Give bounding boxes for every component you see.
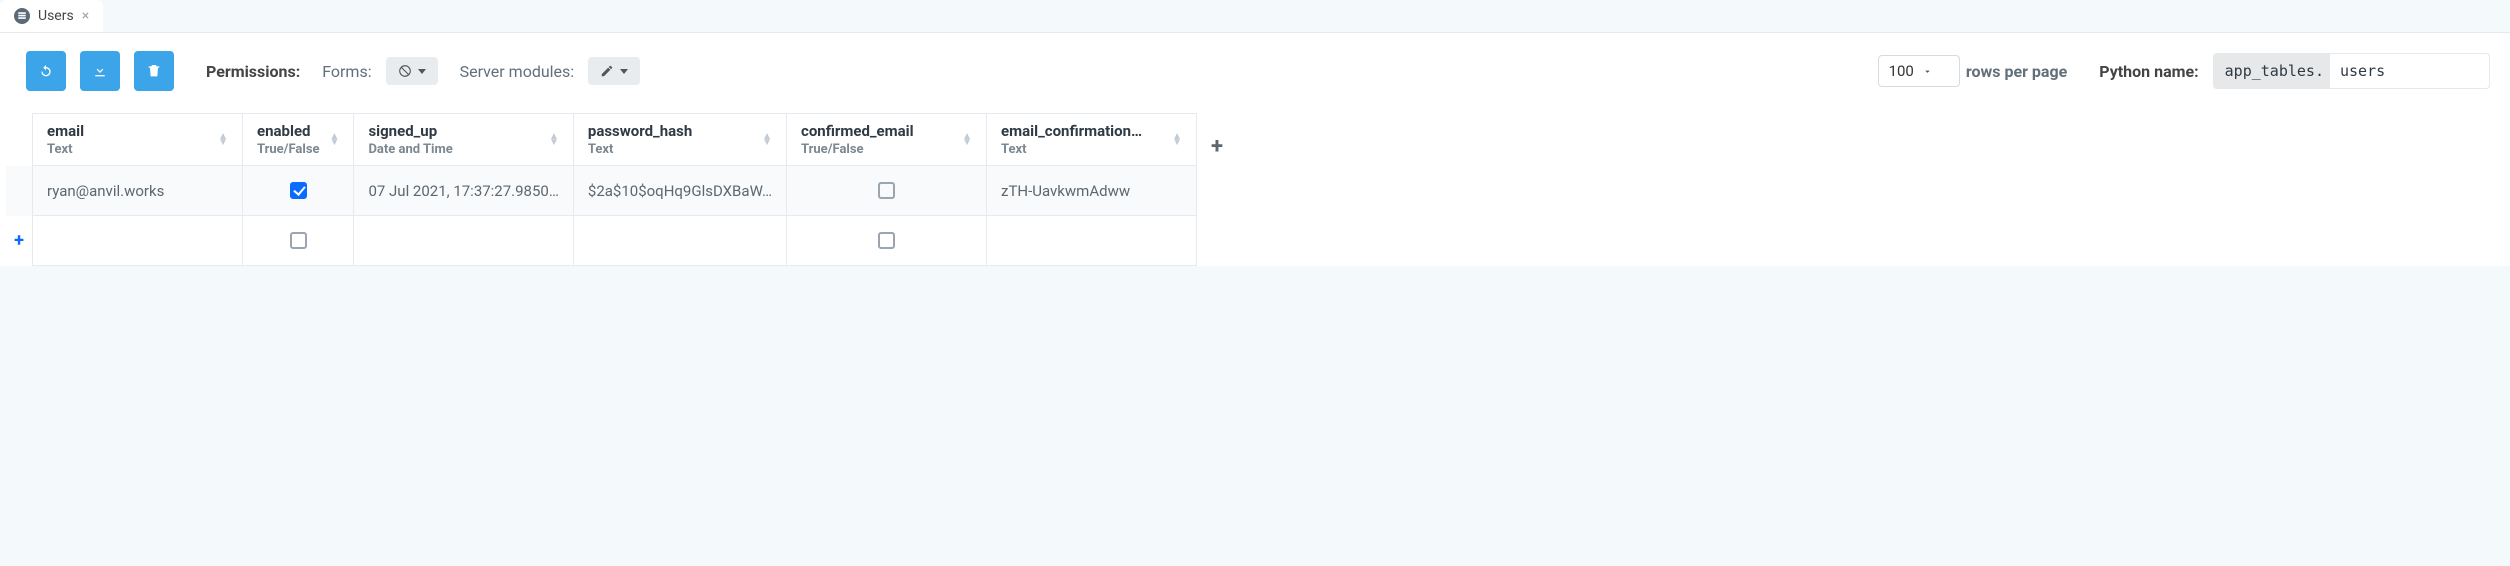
tab-title: Users <box>38 8 74 24</box>
tab-users[interactable]: Users × <box>0 0 103 32</box>
permissions-label: Permissions: <box>206 62 300 81</box>
add-row-button[interactable]: + <box>6 216 32 266</box>
table-row-new[interactable]: + <box>6 216 1197 266</box>
checkbox-checked-icon[interactable] <box>290 182 307 199</box>
download-button[interactable] <box>80 51 120 91</box>
cell-signed-up[interactable]: 07 Jul 2021, 17:37:27.9850… <box>354 182 572 200</box>
column-type: Text <box>47 142 84 157</box>
column-header-password-hash[interactable]: password_hash Text ▲▼ <box>574 114 786 165</box>
cell-confirmed-email[interactable] <box>787 166 986 215</box>
toolbar: Permissions: Forms: Server modules: 100 … <box>0 33 2510 113</box>
column-type: True/False <box>801 142 914 157</box>
sort-icon[interactable]: ▲▼ <box>330 134 340 146</box>
column-name: email <box>47 122 84 140</box>
rows-per-page-select[interactable]: 100 <box>1878 55 1960 87</box>
rows-per-page: 100 rows per page <box>1878 55 2068 87</box>
cell-email[interactable]: ryan@anvil.works <box>33 182 242 200</box>
python-name-label: Python name: <box>2099 62 2198 81</box>
forms-permission-button[interactable] <box>386 57 438 85</box>
python-name-input[interactable] <box>2330 53 2490 89</box>
column-name: enabled <box>257 122 320 140</box>
column-type: True/False <box>257 142 320 157</box>
close-icon[interactable]: × <box>82 9 89 23</box>
cell-password-hash[interactable]: $2a$10$oqHq9GlsDXBaW… <box>574 182 786 200</box>
pencil-icon <box>600 64 614 78</box>
column-name: signed_up <box>368 122 452 140</box>
data-table: email Text ▲▼ enabled True/False <box>0 113 2510 266</box>
checkbox-icon[interactable] <box>878 232 895 249</box>
add-column-button[interactable]: + <box>1197 113 1237 179</box>
column-header-email-confirmation[interactable]: email_confirmation… Text ▲▼ <box>987 114 1196 165</box>
panel: Permissions: Forms: Server modules: 100 … <box>0 32 2510 266</box>
column-header-confirmed-email[interactable]: confirmed_email True/False ▲▼ <box>787 114 986 165</box>
rows-per-page-label: rows per page <box>1966 62 2067 81</box>
python-name-prefix: app_tables. <box>2213 53 2330 89</box>
server-modules-label: Server modules: <box>460 62 575 81</box>
chevron-down-icon <box>1922 66 1933 77</box>
column-name: confirmed_email <box>801 122 914 140</box>
checkbox-icon[interactable] <box>290 232 307 249</box>
column-type: Date and Time <box>368 142 452 157</box>
sort-icon[interactable]: ▲▼ <box>962 134 972 146</box>
checkbox-icon[interactable] <box>878 182 895 199</box>
column-header-email[interactable]: email Text ▲▼ <box>33 114 242 165</box>
forbidden-icon <box>398 64 412 78</box>
refresh-button[interactable] <box>26 51 66 91</box>
cell-enabled[interactable] <box>243 166 353 215</box>
table-row[interactable]: ryan@anvil.works 07 Jul 2021, 17:37:27.9… <box>6 166 1197 216</box>
chevron-down-icon <box>620 69 628 74</box>
server-permission-button[interactable] <box>588 57 640 85</box>
sort-icon[interactable]: ▲▼ <box>762 134 772 146</box>
column-header-signed-up[interactable]: signed_up Date and Time ▲▼ <box>354 114 572 165</box>
cell-enabled[interactable] <box>243 216 353 265</box>
tab-bar: Users × <box>0 0 2510 32</box>
sort-icon[interactable]: ▲▼ <box>1172 134 1182 146</box>
sort-icon[interactable]: ▲▼ <box>549 134 559 146</box>
rows-per-page-value: 100 <box>1889 62 1914 80</box>
chevron-down-icon <box>418 69 426 74</box>
column-name: email_confirmation… <box>1001 122 1142 140</box>
column-header-enabled[interactable]: enabled True/False ▲▼ <box>243 114 353 165</box>
table-icon <box>14 8 30 24</box>
column-name: password_hash <box>588 122 692 140</box>
cell-email-confirmation[interactable]: zTH-UavkwmAdww <box>987 182 1196 200</box>
column-type: Text <box>1001 142 1142 157</box>
python-name-field: app_tables. <box>2213 53 2490 89</box>
column-type: Text <box>588 142 692 157</box>
sort-icon[interactable]: ▲▼ <box>218 134 228 146</box>
delete-button[interactable] <box>134 51 174 91</box>
cell-confirmed-email[interactable] <box>787 216 986 265</box>
forms-label: Forms: <box>322 62 371 81</box>
